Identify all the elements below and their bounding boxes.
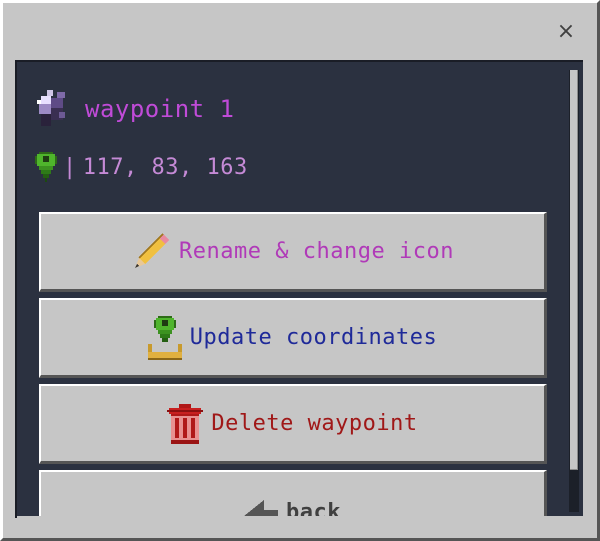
delete-waypoint-label: Delete waypoint <box>211 411 418 436</box>
scrollbar-thumb[interactable] <box>570 70 578 470</box>
location-pin-icon <box>35 152 57 182</box>
update-coordinates-label: Update coordinates <box>189 325 438 350</box>
waypoint-name-row: waypoint 1 <box>35 90 235 126</box>
rename-button-label: Rename & change icon <box>179 239 454 264</box>
back-button-label: back <box>286 500 341 518</box>
waypoint-coords-row: | 117, 83, 163 <box>35 150 248 184</box>
coords-separator: | <box>63 154 77 180</box>
waypoint-dialog: × waypoint 1 | 117, 83, 163 Rename & cha… <box>0 0 600 541</box>
back-arrow-icon <box>244 500 278 518</box>
delete-waypoint-button[interactable]: Delete waypoint <box>39 384 547 464</box>
pencil-icon <box>135 232 170 268</box>
rename-button[interactable]: Rename & change icon <box>39 212 547 292</box>
close-button[interactable]: × <box>555 21 577 43</box>
scrollbar[interactable] <box>569 70 579 512</box>
waypoint-panel: waypoint 1 | 117, 83, 163 Rename & chang… <box>15 60 583 518</box>
trash-icon <box>167 403 204 444</box>
waypoint-name: waypoint 1 <box>85 95 235 123</box>
crystal-icon <box>37 90 65 126</box>
update-coordinates-button[interactable]: Update coordinates <box>39 298 547 378</box>
waypoint-coordinates: 117, 83, 163 <box>82 154 248 180</box>
back-button[interactable]: back <box>39 470 547 518</box>
pin-download-icon <box>147 315 182 360</box>
